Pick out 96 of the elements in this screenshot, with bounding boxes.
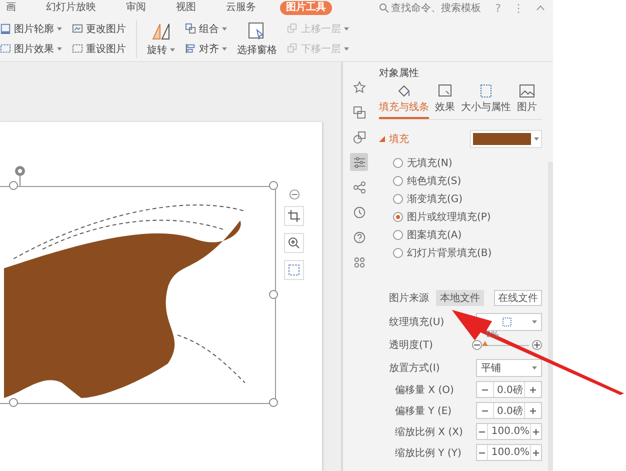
stepper-label: 缩放比例 Y (Y) <box>395 446 462 460</box>
picture-icon <box>72 23 83 34</box>
shapes-icon <box>352 130 366 144</box>
size-icon <box>478 84 494 98</box>
ribbon-button[interactable]: 重设图片 <box>72 42 126 56</box>
fill-option[interactable]: 图案填充(A) <box>393 228 542 242</box>
fill-option[interactable]: 纯色填充(S) <box>393 174 542 188</box>
number-stepper[interactable]: 0.0磅 <box>476 402 542 419</box>
transparency-label: 透明度(T) <box>389 338 433 352</box>
layers-icon <box>287 43 298 54</box>
picture-icon <box>519 84 535 98</box>
decrease-button[interactable] <box>472 340 482 350</box>
menu-tab[interactable]: 审阅 <box>120 1 152 15</box>
ribbon-button[interactable]: 更改图片 <box>72 22 126 36</box>
stepper-label: 偏移量 X (O) <box>395 384 454 396</box>
plus-icon <box>529 406 537 414</box>
menu-tab[interactable]: 云服务 <box>220 1 262 15</box>
panel-tab[interactable]: 大小与属性 <box>461 84 511 119</box>
matting-button[interactable] <box>284 260 304 280</box>
radio-button[interactable] <box>393 194 403 204</box>
search-icon <box>379 3 390 13</box>
picture-icon <box>0 43 11 54</box>
menu-tab[interactable]: 画 <box>0 1 22 15</box>
caret-icon <box>534 137 539 141</box>
panel-title: 对象属性 <box>379 66 420 80</box>
placement-dropdown[interactable]: 平铺 <box>476 359 542 377</box>
ribbon-button[interactable]: 对齐 <box>185 42 227 56</box>
caret-icon <box>532 320 537 324</box>
fill-dropdown[interactable] <box>470 130 542 148</box>
crop-icon <box>288 210 300 222</box>
panel-tab[interactable]: 图片 <box>517 84 537 119</box>
plus-icon <box>529 386 537 394</box>
resize-handle[interactable] <box>269 290 278 299</box>
radio-button[interactable] <box>393 212 403 222</box>
align-icon <box>185 43 196 54</box>
share-icon <box>352 180 366 194</box>
source-label: 图片来源 <box>389 292 429 305</box>
apps-icon <box>352 256 366 268</box>
texture-label: 纹理填充(U) <box>389 316 444 329</box>
fill-option[interactable]: 无填充(N) <box>393 156 542 170</box>
menu-tab[interactable]: 视图 <box>170 1 202 15</box>
paint-bucket-icon <box>396 84 412 98</box>
sliders-icon <box>352 156 366 168</box>
expand-triangle-icon[interactable] <box>379 136 385 142</box>
resize-handle[interactable] <box>9 181 18 190</box>
resize-handle[interactable] <box>269 398 278 407</box>
ribbon-button[interactable]: 图片效果 <box>0 42 62 56</box>
rotate-handle-icon[interactable] <box>13 164 27 186</box>
side-tool[interactable] <box>350 153 368 171</box>
placement-label: 放置方式(I) <box>389 362 440 375</box>
ribbon-button[interactable]: 图片轮廓 <box>0 22 62 36</box>
ribbon-button[interactable]: 组合 <box>185 22 227 36</box>
plus-icon <box>532 448 540 456</box>
shapes-icon <box>352 106 366 118</box>
number-stepper[interactable]: 100.0% <box>476 444 542 461</box>
layers-icon <box>287 23 298 34</box>
selection-pane-button[interactable]: 选择窗格 <box>237 20 277 56</box>
rotate-button[interactable]: 旋转 <box>147 20 175 56</box>
leather-texture-swatch <box>473 133 531 145</box>
group-icon <box>185 23 196 34</box>
search-field[interactable]: 查找命令、搜索模板 <box>379 1 482 15</box>
help-icon <box>352 230 366 244</box>
collapse-icon[interactable] <box>536 5 545 11</box>
stepper-label: 偏移量 Y (E) <box>395 404 452 418</box>
fill-option[interactable]: 幻灯片背景填充(B) <box>393 246 542 260</box>
fill-option[interactable]: 图片或纹理填充(P) <box>393 210 542 224</box>
increase-button[interactable] <box>532 340 542 350</box>
zoom-button[interactable] <box>284 233 304 253</box>
menu-tab[interactable]: 幻灯片放映 <box>40 1 102 15</box>
effects-icon <box>437 84 453 98</box>
stepper-label: 缩放比例 X (X) <box>395 426 463 438</box>
texture-icon <box>502 317 512 327</box>
history-icon <box>352 206 366 218</box>
panel-tab[interactable]: 效果 <box>435 84 455 119</box>
fill-option[interactable]: 渐变填充(G) <box>393 192 542 206</box>
resize-handle[interactable] <box>269 181 278 190</box>
plus-icon <box>533 341 541 349</box>
star-icon <box>352 80 366 94</box>
radio-button[interactable] <box>393 176 403 186</box>
crop-button[interactable] <box>284 206 304 226</box>
cutout-icon <box>288 264 300 276</box>
selection-pane-icon <box>247 20 267 40</box>
caret-icon <box>532 366 537 370</box>
picture-icon <box>72 43 83 54</box>
resize-handle[interactable] <box>9 398 18 407</box>
number-stepper[interactable]: 100.0% <box>476 423 542 440</box>
frame-icon <box>0 23 11 34</box>
minus-icon[interactable] <box>289 189 300 200</box>
radio-button[interactable] <box>393 248 403 258</box>
zoom-in-icon <box>288 237 300 249</box>
source-button[interactable]: 本地文件 <box>436 290 484 306</box>
radio-button[interactable] <box>393 158 403 168</box>
plus-icon <box>532 428 540 436</box>
number-stepper[interactable]: 0.0磅 <box>476 381 542 398</box>
source-button[interactable]: 在线文件 <box>494 290 542 306</box>
radio-button[interactable] <box>393 230 403 240</box>
